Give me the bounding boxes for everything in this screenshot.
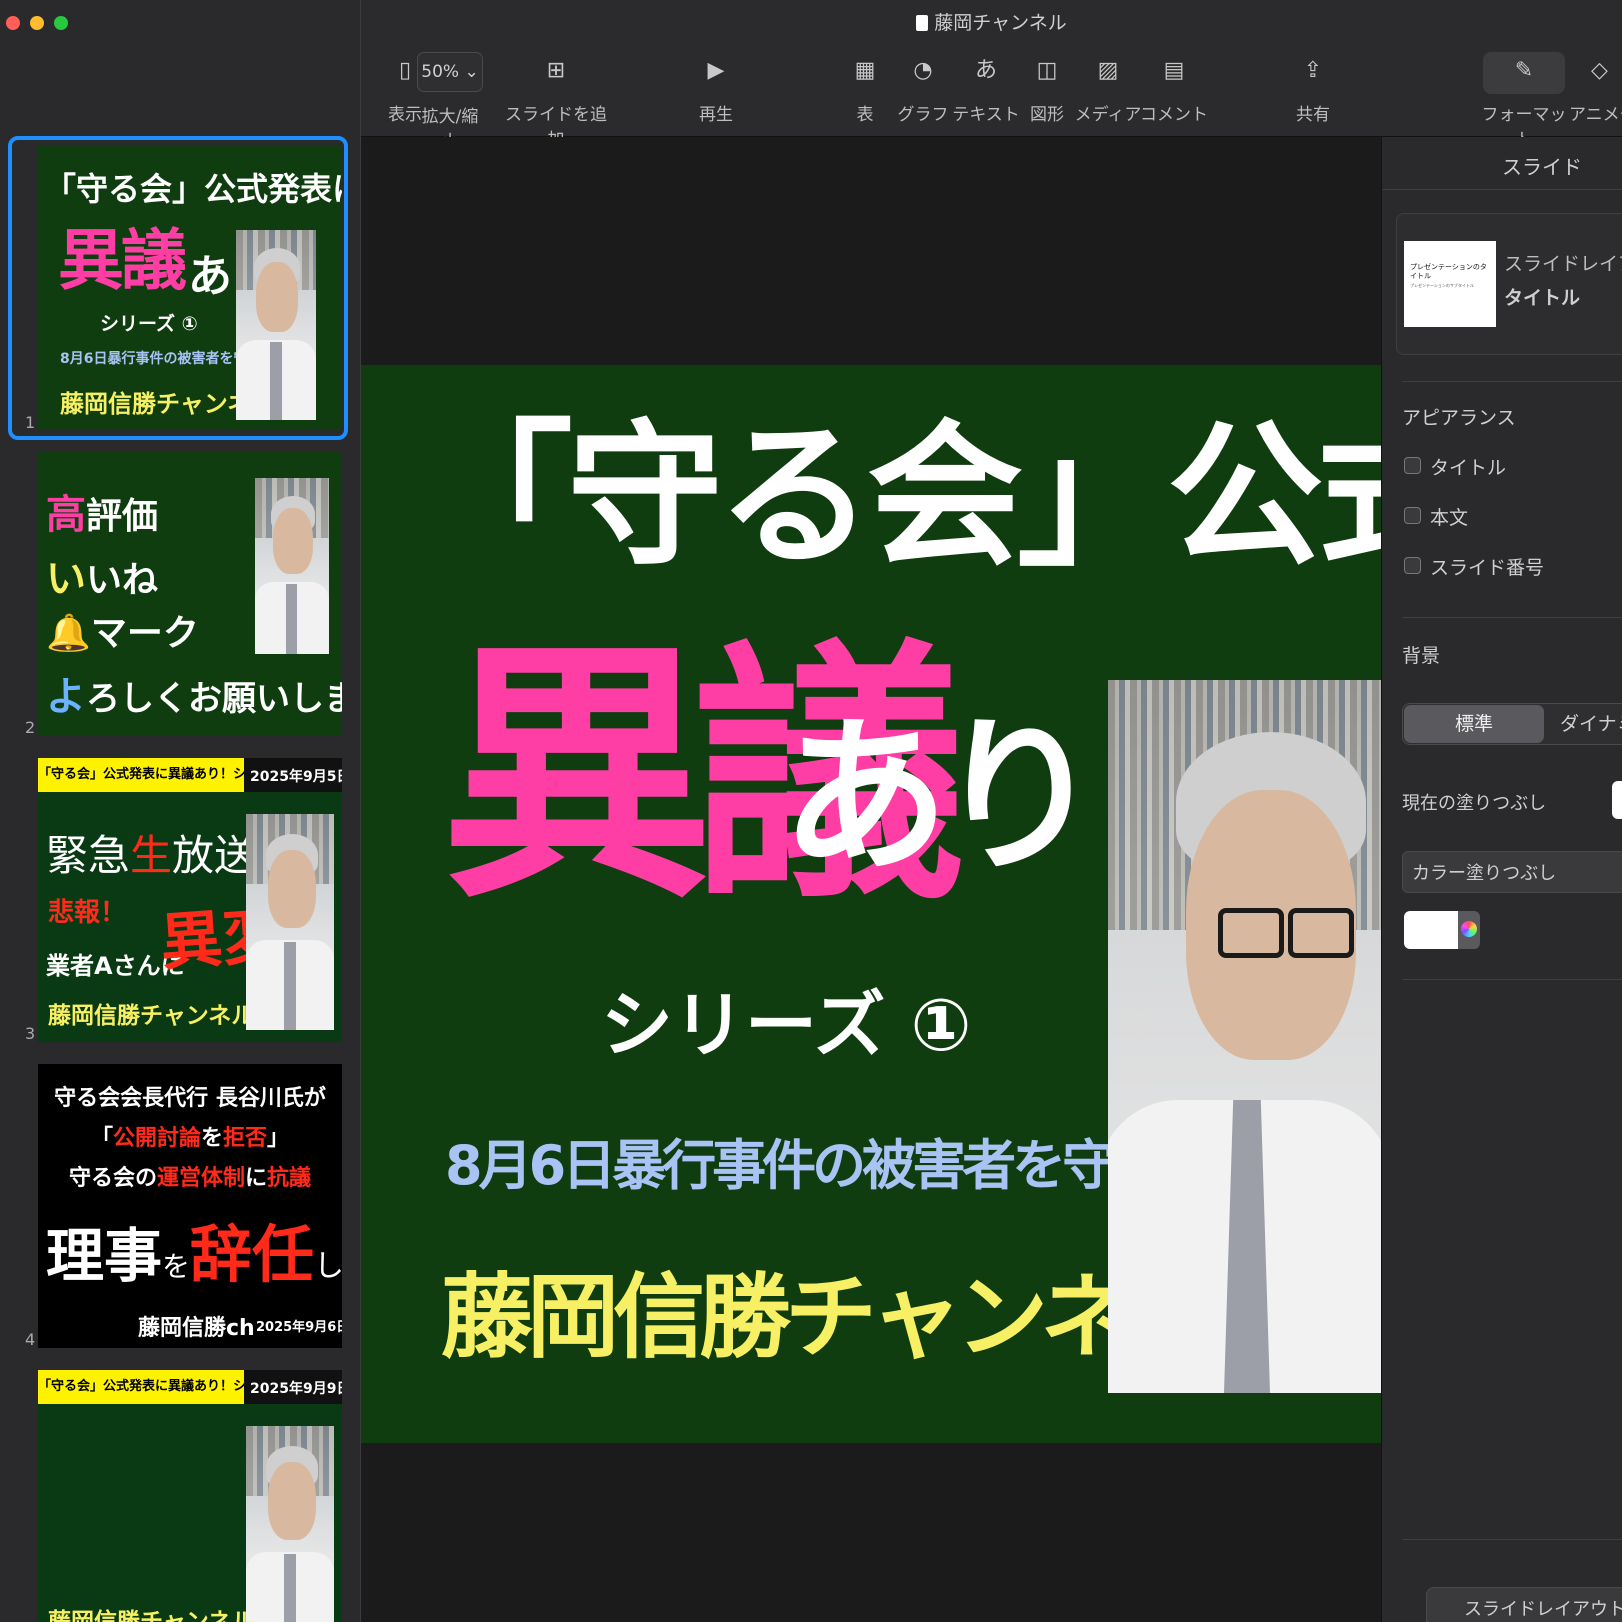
thumb3-channel: 藤岡信勝チャンネル — [48, 1003, 255, 1029]
window-title: 藤岡チャンネル — [361, 8, 1622, 35]
portrait-photo[interactable] — [1108, 680, 1381, 1393]
slide-thumbnail-3[interactable]: 「守る会」公式発表に異議あり！シリーズ③ 2025年9月5日 緊急生放送！ 悲報… — [38, 758, 342, 1042]
media-button[interactable]: ▨ メディア — [1073, 58, 1143, 125]
slide-emphasis-text[interactable]: あり! — [781, 687, 1166, 907]
glasses-right — [1288, 908, 1354, 958]
text-button[interactable]: あ テキスト — [951, 58, 1021, 125]
format-inspector: スライド プレゼンテーションのタイトル プレゼンテーションのサブタイトル スライ… — [1381, 137, 1622, 1622]
thumb2-line4: よろしくお願いします! — [46, 674, 342, 720]
layout-thumbnail: プレゼンテーションのタイトル プレゼンテーションのサブタイトル — [1404, 241, 1496, 327]
slide-number-checkbox[interactable] — [1404, 557, 1421, 574]
chevron-down-icon: ⌄ — [464, 62, 479, 82]
portrait-photo — [246, 814, 334, 1030]
shape-icon: ◫ — [1036, 58, 1058, 83]
thumb5-channel: 藤岡信勝チャンネル — [48, 1609, 255, 1622]
slide-number: 3 — [25, 1024, 36, 1043]
play-button[interactable]: ▶ 再生 — [686, 58, 746, 125]
animate-button[interactable]: ◇ アニメー — [1569, 58, 1622, 125]
slide-title[interactable]: 「守る会」公式発表に — [417, 401, 1381, 591]
thumb5-date: 2025年9月9日 — [250, 1381, 342, 1397]
background-heading: 背景 — [1402, 645, 1441, 667]
segment-dynamic[interactable]: ダイナミ — [1550, 705, 1622, 743]
current-fill-swatch[interactable] — [1612, 781, 1622, 819]
toolbar: 藤岡チャンネル ▯ 表示 50% ⌄ 拡大/縮小 ⊞ スライドを追加 ▶ 再生 … — [361, 0, 1622, 152]
color-wheel-icon — [1461, 921, 1477, 937]
slide-number: 4 — [25, 1330, 36, 1349]
appearance-heading: アピアランス — [1402, 407, 1516, 429]
segment-standard[interactable]: 標準 — [1404, 705, 1544, 743]
thumb4-line1: 守る会会長代行 長谷川氏が — [54, 1086, 326, 1111]
thumb4-channel: 藤岡信勝ch — [138, 1316, 255, 1341]
slide-layout-value: タイトル — [1504, 287, 1581, 309]
thumb5-banner: 「守る会」公式発表に異議あり！シリーズ④ — [38, 1370, 295, 1404]
thumb3-banner: 「守る会」公式発表に異議あり！シリーズ③ — [38, 758, 295, 792]
diamond-icon: ◇ — [1591, 58, 1608, 83]
slide-thumbnail-4[interactable]: 守る会会長代行 長谷川氏が 「公開討論を拒否」 守る会の運営体制に抗議 理事を辞… — [38, 1064, 342, 1348]
edit-slide-layout-label: スライドレイアウトを編集 — [1464, 1599, 1622, 1620]
inspector-tab-slide[interactable]: スライド — [1382, 151, 1622, 180]
slide-number-checkbox-label: スライド番号 — [1430, 557, 1545, 579]
share-icon: ⇪ — [1303, 58, 1323, 83]
slide-number: 1 — [25, 413, 36, 432]
color-picker-button[interactable] — [1458, 911, 1480, 949]
fill-type-value: カラー塗りつぶし — [1412, 863, 1557, 884]
thumb4-line3: 守る会の運営体制に抗議 — [68, 1166, 312, 1191]
slide-number: 2 — [25, 718, 36, 737]
thumb-title: 「守る会」公式発表に — [44, 170, 342, 208]
slide-navigator: 1 「守る会」公式発表に 異議 あり! シリーズ ① 8月6日暴行事件の被害者を… — [0, 0, 361, 1622]
current-fill-label: 現在の塗りつぶし — [1402, 793, 1547, 814]
current-slide[interactable]: 「守る会」公式発表に 異議 あり! シリーズ ① 8月6日暴行事件の被害者を守れ… — [361, 365, 1381, 1443]
glasses-left — [1218, 908, 1284, 958]
photo-icon: ▨ — [1097, 58, 1119, 83]
slide-channel[interactable]: 藤岡信勝チャンネル — [441, 1243, 1218, 1376]
thumb2-line2: いいね — [46, 556, 159, 602]
thumb-pink-text: 異議 — [58, 222, 187, 299]
comment-button[interactable]: ▤ コメント — [1139, 58, 1209, 125]
portrait-photo — [255, 478, 329, 654]
paintbrush-icon: ✎ — [1514, 58, 1534, 83]
document-icon — [916, 15, 929, 31]
thumb4-line4: 理事を辞任します — [46, 1218, 342, 1291]
share-button[interactable]: ⇪ 共有 — [1283, 58, 1343, 125]
thumb4-date: 2025年9月6日 — [256, 1320, 342, 1335]
chart-icon: ◔ — [913, 58, 933, 83]
text-box-icon: あ — [974, 58, 997, 83]
title-checkbox-label: タイトル — [1430, 457, 1507, 479]
body-checkbox[interactable] — [1404, 507, 1421, 524]
minimize-window-button[interactable] — [30, 16, 44, 30]
slide-thumbnail-2[interactable]: 高評価 いいね 🔔マーク よろしくお願いします! — [38, 452, 342, 736]
table-icon: ▦ — [854, 58, 876, 83]
table-button[interactable]: ▦ 表 — [835, 58, 895, 125]
thumb2-line3: 🔔マーク — [46, 613, 199, 654]
zoom-dropdown[interactable]: 50% ⌄ — [417, 52, 483, 92]
shape-button[interactable]: ◫ 図形 — [1017, 58, 1077, 125]
slide-thumbnail-5[interactable]: 「守る会」公式発表に異議あり！シリーズ④ 2025年9月9日 藤岡信勝チャンネル — [38, 1370, 342, 1622]
thumb3-date: 2025年9月5日 — [250, 769, 342, 785]
slide-series[interactable]: シリーズ ① — [601, 980, 971, 1070]
body-checkbox-label: 本文 — [1430, 507, 1469, 529]
thumb2-line1: 高評価 — [46, 492, 159, 538]
comment-icon: ▤ — [1163, 58, 1185, 83]
play-icon: ▶ — [707, 58, 725, 83]
slide-subtitle[interactable]: 8月6日暴行事件の被害者を守れ! — [445, 1121, 1187, 1200]
thumb4-line2: 「公開討論を拒否」 — [90, 1126, 290, 1151]
zoom-window-button[interactable] — [54, 16, 68, 30]
chart-button[interactable]: ◔ グラフ — [893, 58, 953, 125]
slide-layout-label: スライドレイアウト — [1504, 253, 1622, 275]
thumb-series: シリーズ ① — [100, 313, 198, 335]
plus-square-icon: ⊞ — [546, 58, 566, 83]
portrait-photo — [246, 1426, 334, 1622]
fill-color-well[interactable] — [1404, 911, 1458, 949]
thumb3-line2: 悲報！ — [48, 898, 127, 928]
close-window-button[interactable] — [6, 16, 20, 30]
slide-thumbnail-1[interactable]: 「守る会」公式発表に 異議 あり! シリーズ ① 8月6日暴行事件の被害者を守れ… — [38, 146, 342, 430]
title-checkbox[interactable] — [1404, 457, 1421, 474]
portrait-photo — [236, 230, 316, 420]
